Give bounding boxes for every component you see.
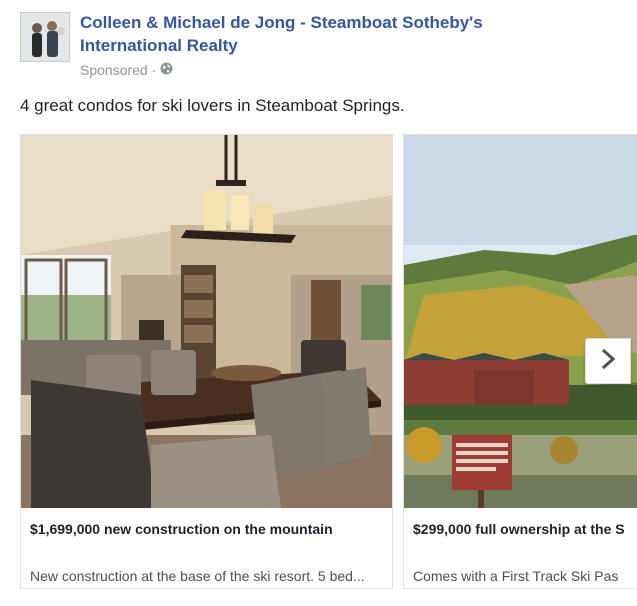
card-2-title[interactable]: $299,000 full ownership at the S	[413, 521, 637, 537]
post-text: 4 great condos for ski lovers in Steambo…	[20, 96, 405, 115]
card-2-description[interactable]: Comes with a First Track Ski Pas	[413, 568, 637, 584]
post-meta: Sponsored ·	[80, 62, 173, 78]
chevron-right-icon	[600, 348, 616, 375]
carousel: $1,699,000 new construction on the mount…	[20, 134, 637, 592]
card-1-description[interactable]: New construction at the base of the ski …	[30, 568, 385, 584]
card-2-image[interactable]	[404, 135, 637, 508]
globe-icon[interactable]	[160, 62, 173, 78]
page-avatar[interactable]	[20, 12, 70, 62]
sponsored-label[interactable]: Sponsored	[80, 62, 148, 78]
post-header: Colleen & Michael de Jong - Steamboat So…	[20, 12, 627, 82]
page-name-link[interactable]: Colleen & Michael de Jong - Steamboat So…	[80, 11, 540, 57]
carousel-next-button[interactable]	[585, 338, 631, 384]
card-1-title[interactable]: $1,699,000 new construction on the mount…	[30, 521, 390, 537]
carousel-card-1[interactable]: $1,699,000 new construction on the mount…	[20, 134, 393, 589]
meta-separator: ·	[151, 62, 157, 78]
card-1-image[interactable]	[21, 135, 392, 508]
